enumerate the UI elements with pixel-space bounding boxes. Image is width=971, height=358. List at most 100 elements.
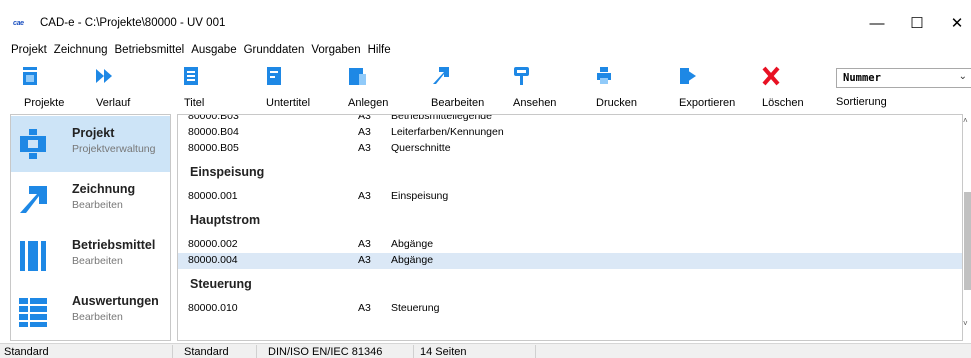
menu-bar: Projekt Zeichnung Betriebsmittel Ausgabe… (0, 40, 398, 60)
projects-icon (23, 67, 37, 85)
scrollbar-thumb[interactable] (964, 192, 971, 290)
edit-arrow-icon (433, 67, 449, 84)
toolbar-projekte-button[interactable]: Projekte (22, 64, 66, 110)
toolbar-label: Anlegen (348, 97, 389, 109)
group-header: Steuerung (190, 277, 252, 291)
toolbar-anlegen-button[interactable]: Anlegen (348, 64, 392, 110)
maximize-button[interactable]: ☐ (897, 10, 937, 36)
sheet-list: 80000.B03 A3 Betriebsmittellegende 80000… (177, 114, 963, 341)
sheet-name: Querschnitte (391, 142, 451, 154)
menu-hilfe[interactable]: Hilfe (368, 40, 391, 60)
sheet-number: 80000.002 (188, 238, 238, 250)
sheet-number: 80000.B03 (188, 114, 239, 122)
sheet-format: A3 (358, 126, 371, 138)
toolbar-label: Exportieren (679, 97, 736, 109)
menu-grunddaten[interactable]: Grunddaten (244, 40, 305, 60)
scroll-up-icon[interactable]: ˄ (963, 116, 968, 125)
equipment-icon (20, 241, 46, 271)
sidebar-item-subtitle: Bearbeiten (72, 255, 123, 267)
toolbar-titel-button[interactable]: Titel (183, 64, 223, 110)
sheet-name: Einspeisung (391, 190, 449, 202)
toolbar-label: Bearbeiten (431, 97, 485, 109)
toolbar: Projekte Verlauf Titel Untertitel Anlege… (0, 60, 971, 112)
status-norm: DIN/ISO EN/IEC 81346 (264, 345, 414, 358)
sort-select[interactable]: Nummer ⌄ (836, 68, 971, 88)
toolbar-label: Projekte (24, 97, 65, 109)
sidebar: Projekt Projektverwaltung Zeichnung Bear… (10, 114, 171, 341)
printer-icon (597, 67, 611, 84)
toolbar-bearbeiten-button[interactable]: Bearbeiten (431, 64, 485, 110)
view-icon (514, 67, 529, 85)
delete-icon (762, 66, 780, 86)
status-bar: Standard Standard DIN/ISO EN/IEC 81346 1… (0, 343, 971, 358)
status-standard: Standard (180, 345, 257, 358)
app-logo-icon: cae (13, 20, 24, 27)
sheet-name: Abgänge (391, 238, 434, 250)
minimize-button[interactable]: — (857, 10, 897, 36)
sheet-number: 80000.B05 (188, 142, 239, 154)
sheet-name: Betriebsmittellegende (391, 114, 492, 122)
sort-select-value: Nummer (843, 72, 881, 84)
toolbar-untertitel-button[interactable]: Untertitel (266, 64, 316, 110)
status-page-count: 14 Seiten (416, 345, 536, 358)
reports-icon (19, 298, 47, 327)
menu-betriebsmittel[interactable]: Betriebsmittel (115, 40, 185, 60)
sheet-format: A3 (358, 114, 371, 122)
menu-ausgabe[interactable]: Ausgabe (191, 40, 236, 60)
window-title: CAD-e - C:\Projekte\80000 - UV 001 (40, 17, 226, 29)
toolbar-label: Titel (184, 97, 205, 109)
sidebar-item-betriebsmittel[interactable]: Betriebsmittel Bearbeiten (11, 228, 170, 284)
sheet-name: Leiterfarben/Kennungen (391, 126, 504, 138)
toolbar-ansehen-button[interactable]: Ansehen (513, 64, 557, 110)
sidebar-item-projekt[interactable]: Projekt Projektverwaltung (11, 116, 170, 172)
scroll-down-icon[interactable]: ˅ (963, 319, 968, 328)
toolbar-label: Löschen (762, 97, 804, 109)
sidebar-item-subtitle: Projektverwaltung (72, 143, 156, 155)
sheet-number: 80000.010 (188, 302, 238, 314)
sheet-format: A3 (358, 254, 371, 266)
sheet-name: Abgänge (391, 254, 434, 266)
fast-forward-icon (96, 69, 112, 83)
sidebar-item-title: Betriebsmittel (72, 238, 156, 252)
toolbar-drucken-button[interactable]: Drucken (596, 64, 640, 110)
export-icon (680, 68, 696, 84)
drawing-arrow-icon (20, 186, 47, 213)
sheet-format: A3 (358, 190, 371, 202)
sort-label: Sortierung (836, 96, 887, 108)
vertical-scrollbar[interactable]: ˄ ˅ (963, 114, 971, 341)
table-row[interactable]: 80000.001 A3 Einspeisung (178, 190, 962, 203)
menu-zeichnung[interactable]: Zeichnung (54, 40, 108, 60)
create-icon (349, 68, 366, 85)
table-row[interactable]: 80000.002 A3 Abgänge (178, 238, 962, 251)
toolbar-verlauf-button[interactable]: Verlauf (94, 64, 138, 110)
sidebar-item-title: Zeichnung (72, 182, 136, 196)
menu-vorgaben[interactable]: Vorgaben (311, 40, 360, 60)
toolbar-label: Untertitel (266, 97, 311, 109)
group-header: Einspeisung (190, 165, 265, 179)
sidebar-item-title: Projekt (72, 126, 115, 140)
sidebar-item-subtitle: Bearbeiten (72, 199, 123, 211)
sheet-name: Steuerung (391, 302, 440, 314)
table-row[interactable]: 80000.010 A3 Steuerung (178, 302, 962, 315)
group-header: Hauptstrom (190, 213, 261, 227)
sidebar-item-subtitle: Bearbeiten (72, 311, 123, 323)
sheet-format: A3 (358, 302, 371, 314)
toolbar-label: Drucken (596, 97, 637, 109)
sidebar-item-title: Auswertungen (72, 294, 159, 308)
toolbar-exportieren-button[interactable]: Exportieren (679, 64, 735, 110)
toolbar-loeschen-button[interactable]: Löschen (762, 64, 806, 110)
project-icon (20, 129, 46, 159)
table-row-selected[interactable]: 80000.004 A3 Abgänge (178, 253, 962, 269)
table-row[interactable]: 80000.B04 A3 Leiterfarben/Kennungen (178, 126, 962, 139)
table-row[interactable]: 80000.B05 A3 Querschnitte (178, 142, 962, 155)
sidebar-item-auswertungen[interactable]: Auswertungen Bearbeiten (11, 284, 170, 340)
sheet-number: 80000.001 (188, 190, 238, 202)
sheet-number: 80000.B04 (188, 126, 239, 138)
title-bar: cae CAD-e - C:\Projekte\80000 - UV 001 —… (0, 0, 971, 40)
table-row[interactable]: 80000.B03 A3 Betriebsmittellegende (178, 114, 962, 123)
sidebar-item-zeichnung[interactable]: Zeichnung Bearbeiten (11, 172, 170, 228)
title-page-icon (184, 67, 198, 85)
close-button[interactable]: ✕ (937, 10, 971, 36)
sheet-number: 80000.004 (188, 254, 238, 266)
menu-projekt[interactable]: Projekt (11, 40, 47, 60)
